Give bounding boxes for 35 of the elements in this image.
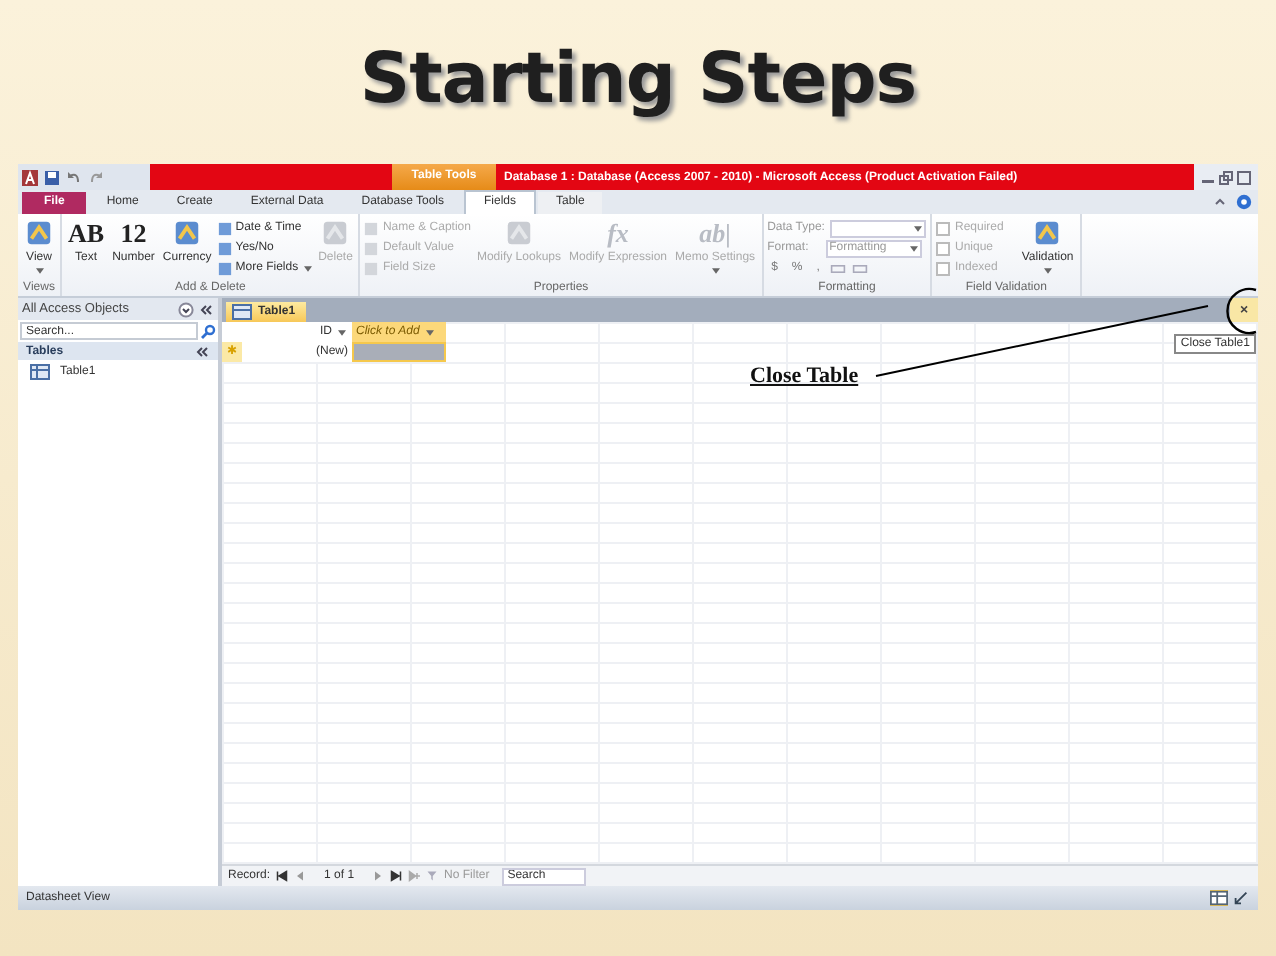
undo-icon[interactable]: [66, 169, 82, 185]
previous-record-icon[interactable]: [294, 870, 307, 882]
filter-icon: [426, 870, 439, 882]
command-icon: [24, 218, 54, 248]
caret-icon: [1043, 268, 1052, 274]
caret-icon: [35, 268, 43, 274]
command-icon: [1032, 218, 1063, 248]
caret-icon: [338, 329, 346, 335]
search-icon: [200, 323, 216, 339]
help-icon[interactable]: [1236, 194, 1252, 210]
table-icon: [30, 364, 50, 380]
caret-icon[interactable]: [1212, 194, 1228, 210]
table-icon: [232, 304, 252, 320]
table-cell[interactable]: [352, 342, 446, 362]
caret-icon: [425, 329, 434, 335]
collapse-icon[interactable]: [198, 301, 214, 317]
slide-title: Starting Steps: [359, 40, 917, 124]
annotation-label: Close Table: [750, 364, 859, 388]
save-icon[interactable]: [44, 169, 60, 185]
design-view-icon[interactable]: [1232, 890, 1250, 906]
app-icon[interactable]: [22, 169, 38, 185]
restore-icon[interactable]: [1218, 169, 1234, 185]
command-icon: [172, 218, 203, 248]
caret-icon: [909, 245, 918, 251]
collapse-icon[interactable]: [194, 343, 210, 359]
dropdown-icon[interactable]: [178, 301, 194, 317]
caret-icon: [914, 225, 923, 231]
dropdown-field[interactable]: [830, 219, 927, 237]
maximize-icon[interactable]: [1236, 169, 1252, 185]
caret-icon: [304, 265, 313, 271]
next-record-icon[interactable]: [372, 870, 385, 882]
datasheet-view-icon[interactable]: [1210, 890, 1228, 906]
last-record-icon[interactable]: [390, 870, 403, 882]
caret-icon: [711, 268, 720, 274]
first-record-icon[interactable]: [276, 870, 289, 882]
